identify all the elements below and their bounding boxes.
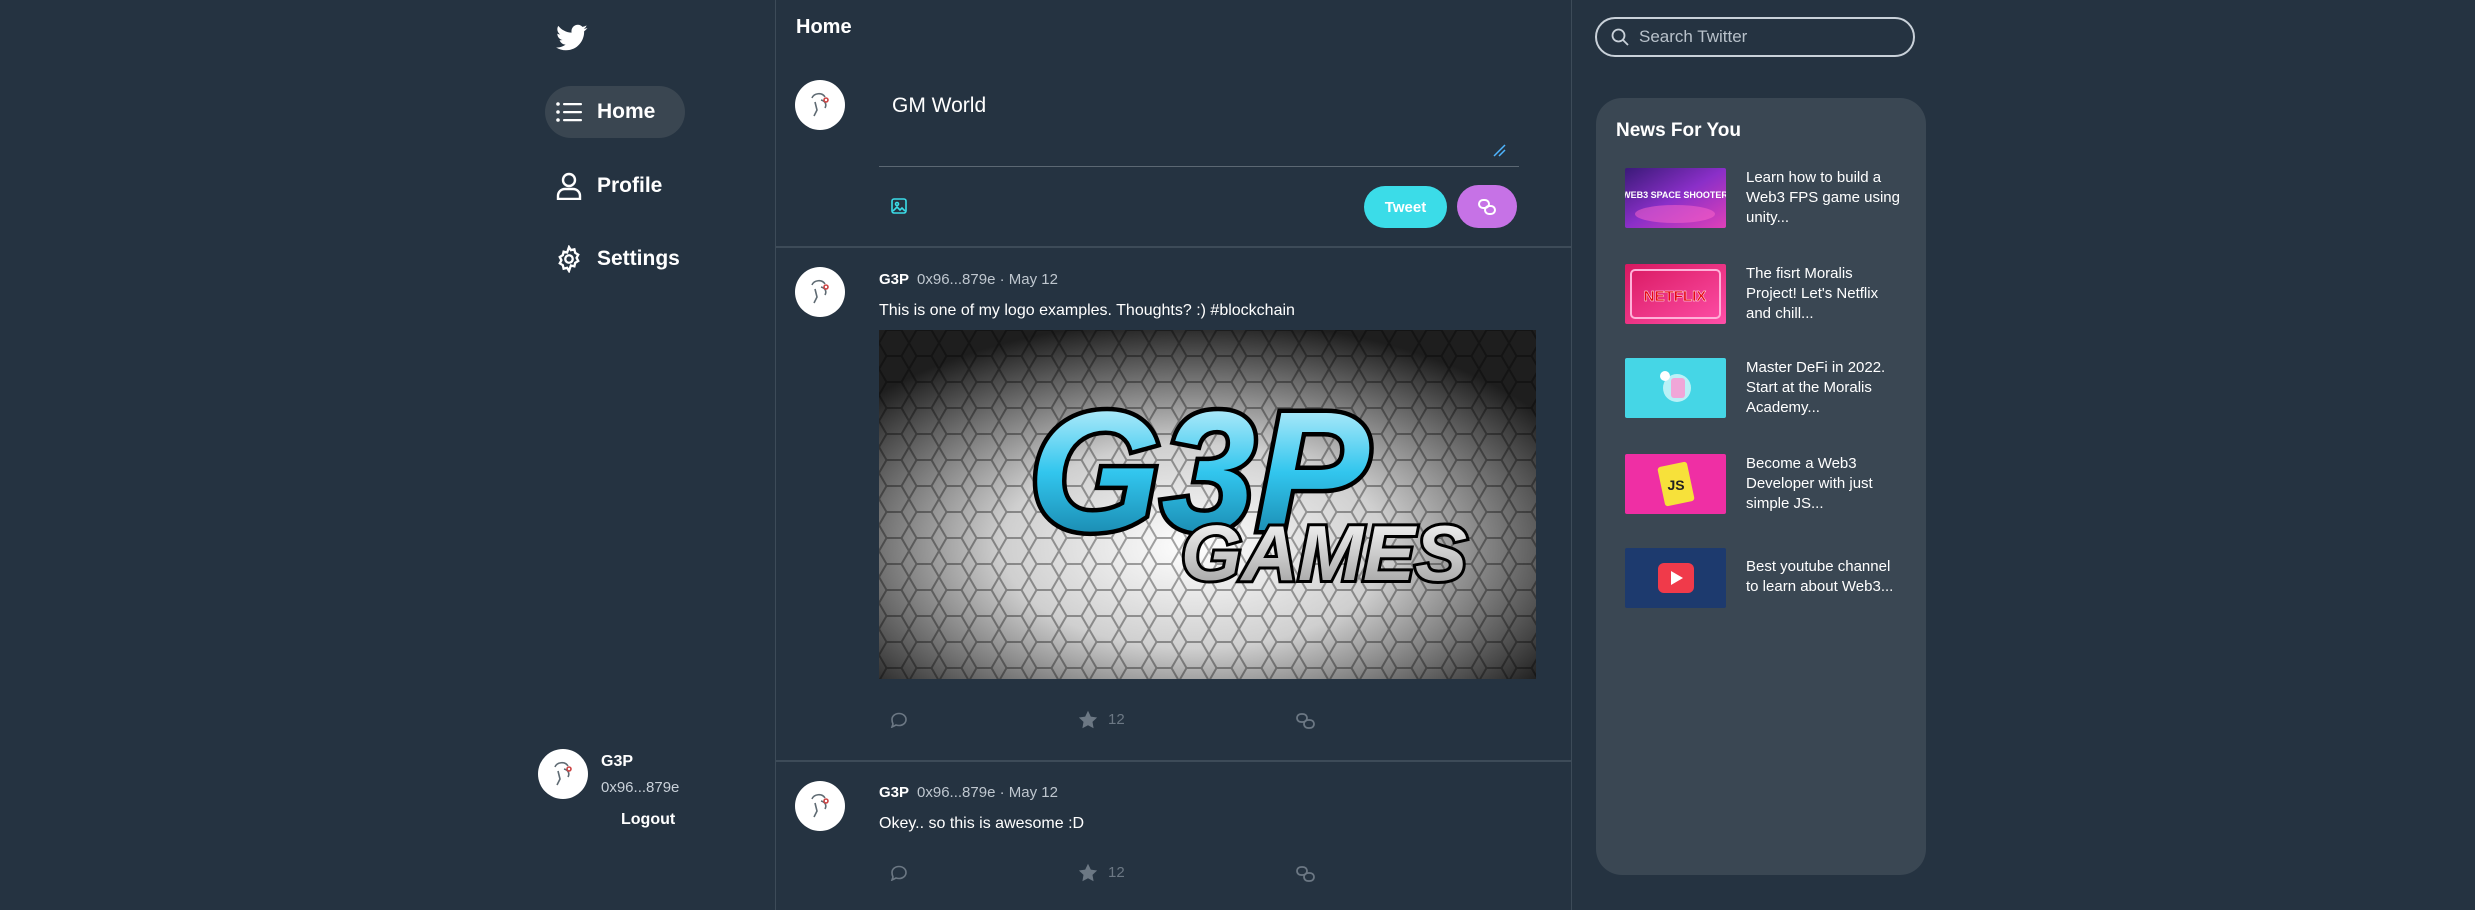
thumb-text: WEB3 SPACE SHOOTER: [1625, 190, 1726, 200]
thumb-text: NETFLIX: [1644, 288, 1707, 305]
nft-link-button[interactable]: [1296, 865, 1316, 883]
image-icon[interactable]: [890, 197, 908, 215]
nav-item-settings[interactable]: Settings: [545, 233, 685, 285]
news-text: Best youtube channel to learn about Web3…: [1746, 558, 1894, 595]
post-meta: G3P 0x96...879e · May 12: [879, 271, 1058, 288]
post-text: Okey.. so this is awesome :D: [879, 815, 1085, 832]
news-thumbnail: JS: [1625, 454, 1726, 514]
user-name: G3P: [601, 753, 634, 770]
search-input[interactable]: Search Twitter: [1595, 17, 1915, 57]
comment-button[interactable]: [890, 712, 908, 728]
like-count: 12: [1108, 711, 1125, 728]
page-title: Home: [796, 16, 852, 38]
news-text: Become a Web3 Developer with just simple…: [1746, 455, 1873, 512]
news-thumbnail: WEB3 SPACE SHOOTER: [1625, 168, 1726, 228]
news-item[interactable]: NETFLIX The fisrt Moralis Project! Let's…: [1625, 264, 1905, 324]
news-item[interactable]: Best youtube channel to learn about Web3…: [1625, 548, 1905, 608]
resize-grip-icon[interactable]: [1492, 143, 1506, 157]
list-icon: [555, 98, 583, 126]
nft-link-button[interactable]: [1296, 712, 1316, 730]
post-avatar[interactable]: [795, 781, 845, 831]
like-button[interactable]: 12: [1078, 863, 1125, 882]
thumb-text: JS: [1667, 477, 1684, 493]
divider: [775, 760, 1571, 762]
star-icon: [1078, 710, 1098, 729]
comment-icon: [890, 712, 908, 728]
search-placeholder: Search Twitter: [1639, 27, 1748, 46]
user-avatar[interactable]: [538, 749, 588, 799]
chain-link-icon: [1296, 712, 1316, 730]
search-icon: [1611, 28, 1629, 46]
post-image[interactable]: G3P GAMES: [879, 330, 1536, 679]
news-item[interactable]: WEB3 SPACE SHOOTER Learn how to build a …: [1625, 168, 1905, 228]
news-text: Learn how to build a Web3 FPS game using…: [1746, 169, 1900, 226]
tweet-button[interactable]: Tweet: [1364, 186, 1447, 228]
nav-settings-label: Settings: [597, 247, 680, 270]
divider: [775, 246, 1571, 248]
post-avatar[interactable]: [795, 267, 845, 317]
nav-item-home[interactable]: Home: [545, 86, 685, 138]
chain-link-icon: [1477, 197, 1497, 217]
like-button[interactable]: 12: [1078, 710, 1125, 729]
nav-home-label: Home: [597, 100, 656, 123]
news-thumbnail: NETFLIX: [1625, 264, 1726, 324]
post-author: G3P: [879, 271, 910, 288]
comment-icon: [890, 865, 908, 881]
twitter-bird-icon[interactable]: [556, 24, 588, 52]
nav-item-profile[interactable]: Profile: [545, 160, 685, 212]
post-author: G3P: [879, 784, 910, 801]
chain-link-icon: [1296, 865, 1316, 883]
news-thumbnail: [1625, 358, 1726, 418]
user-handle: 0x96...879e: [601, 779, 680, 796]
post-text: This is one of my logo examples. Thought…: [879, 302, 1295, 319]
news-title: News For You: [1616, 120, 1741, 141]
compose-text: GM World: [892, 94, 987, 117]
user-icon: [555, 172, 583, 200]
gear-icon: [555, 245, 583, 273]
comment-button[interactable]: [890, 865, 908, 881]
logout-button[interactable]: Logout: [621, 811, 675, 829]
nft-button[interactable]: [1457, 185, 1517, 228]
nav-profile-label: Profile: [597, 174, 663, 197]
logo-text-games: GAMES: [1181, 509, 1467, 597]
news-text: The fisrt Moralis Project! Let's Netflix…: [1746, 265, 1879, 322]
news-item[interactable]: Master DeFi in 2022. Start at the Morali…: [1625, 358, 1905, 418]
star-icon: [1078, 863, 1098, 882]
post-handle-date: 0x96...879e · May 12: [917, 271, 1058, 288]
news-item[interactable]: JS Become a Web3 Developer with just sim…: [1625, 454, 1905, 514]
news-thumbnail: [1625, 548, 1726, 608]
post-handle-date: 0x96...879e · May 12: [917, 784, 1058, 801]
like-count: 12: [1108, 864, 1125, 881]
post-meta: G3P 0x96...879e · May 12: [879, 784, 1058, 801]
compose-avatar: [795, 80, 845, 130]
news-text: Master DeFi in 2022. Start at the Morali…: [1746, 359, 1886, 416]
